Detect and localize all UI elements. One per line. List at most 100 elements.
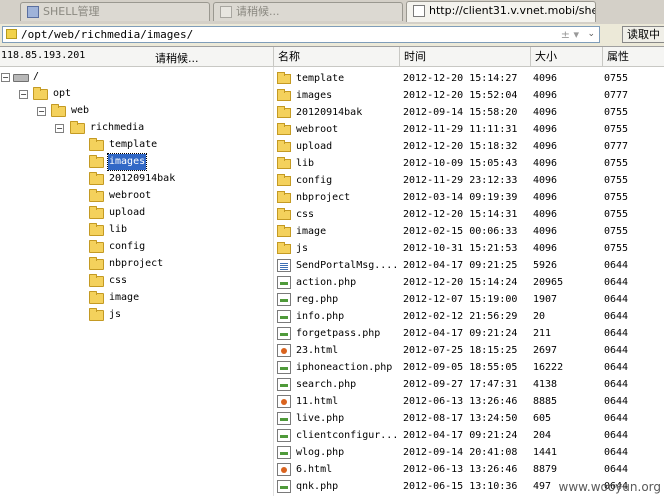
tree-label: template <box>109 139 158 150</box>
file-row[interactable]: live.php 2012-08-17 13:24:50 605 0644 <box>274 410 664 427</box>
file-row[interactable]: iphoneaction.php 2012-09-05 18:55:05 16222… <box>274 359 664 376</box>
file-row[interactable]: wlog.php 2012-09-14 20:41:08 1441 0644 <box>274 444 664 461</box>
file-row[interactable]: 11.html 2012-06-13 13:26:46 8885 0644 <box>274 393 664 410</box>
file-row[interactable]: 23.html 2012-07-25 18:15:25 2697 0644 <box>274 342 664 359</box>
file-name: js <box>296 243 309 254</box>
file-row[interactable]: webroot 2012-11-29 11:11:31 4096 0755 <box>274 121 664 138</box>
tree-label: nbproject <box>109 258 164 269</box>
php-file-icon <box>277 327 291 340</box>
html-file-icon <box>277 395 291 408</box>
collapse-icon[interactable]: − <box>1 73 10 82</box>
tree-label: image <box>109 292 140 303</box>
file-row[interactable]: js 2012-10-31 15:21:53 4096 0755 <box>274 240 664 257</box>
file-row[interactable]: action.php 2012-12-20 15:14:24 20965 0644 <box>274 274 664 291</box>
column-header-attr[interactable]: 属性 <box>602 47 664 66</box>
file-row[interactable]: upload 2012-12-20 15:18:32 4096 0777 <box>274 138 664 155</box>
php-file-icon <box>277 276 291 289</box>
folder-icon <box>89 172 104 185</box>
column-header-time[interactable]: 时间 <box>399 47 530 66</box>
column-header-size[interactable]: 大小 <box>530 47 602 66</box>
file-size: 497 <box>533 481 552 492</box>
file-row[interactable]: search.php 2012-09-27 17:47:31 4138 0644 <box>274 376 664 393</box>
drive-icon <box>13 74 29 82</box>
php-file-icon <box>277 310 291 323</box>
file-time: 2012-09-14 15:58:20 <box>403 107 518 118</box>
read-button[interactable]: 读取中 <box>622 26 664 43</box>
file-time: 2012-09-14 20:41:08 <box>403 447 518 458</box>
page-icon <box>413 5 425 17</box>
file-time: 2012-12-20 15:18:32 <box>403 141 518 152</box>
folder-icon <box>51 104 66 117</box>
file-attr: 0644 <box>604 294 629 305</box>
file-row[interactable]: lib 2012-10-09 15:05:43 4096 0755 <box>274 155 664 172</box>
file-row[interactable]: info.php 2012-02-12 21:56:29 20 0644 <box>274 308 664 325</box>
loading-icon <box>220 6 232 18</box>
file-row[interactable]: forgetpass.php 2012-04-17 09:21:24 211 0644 <box>274 325 664 342</box>
file-row[interactable]: nbproject 2012-03-14 09:19:39 4096 0755 <box>274 189 664 206</box>
collapse-icon[interactable]: − <box>37 107 46 116</box>
file-size: 20965 <box>533 277 564 288</box>
file-name: template <box>296 73 345 84</box>
file-name: 11.html <box>296 396 339 407</box>
file-row[interactable]: reg.php 2012-12-07 15:19:00 1907 0644 <box>274 291 664 308</box>
file-size: 1907 <box>533 294 558 305</box>
file-size: 20 <box>533 311 546 322</box>
file-size: 4096 <box>533 209 558 220</box>
file-size: 211 <box>533 328 552 339</box>
file-attr: 0644 <box>604 277 629 288</box>
file-size: 8885 <box>533 396 558 407</box>
file-row[interactable]: config 2012-11-29 23:12:33 4096 0755 <box>274 172 664 189</box>
file-time: 2012-10-09 15:05:43 <box>403 158 518 169</box>
file-row[interactable]: template 2012-12-20 15:14:27 4096 0755 <box>274 70 664 87</box>
file-name: lib <box>296 158 315 169</box>
column-header-name[interactable]: 名称 <box>273 47 399 66</box>
file-name: action.php <box>296 277 357 288</box>
file-time: 2012-12-20 15:14:31 <box>403 209 518 220</box>
file-time: 2012-03-14 09:19:39 <box>403 192 518 203</box>
file-row[interactable]: image 2012-02-15 00:06:33 4096 0755 <box>274 223 664 240</box>
file-name: nbproject <box>296 192 351 203</box>
file-time: 2012-12-20 15:14:24 <box>403 277 518 288</box>
php-file-icon <box>277 361 291 374</box>
tree-label-selected: images <box>106 153 148 171</box>
file-attr: 0755 <box>604 73 629 84</box>
tree-label: config <box>109 241 146 252</box>
file-size: 5926 <box>533 260 558 271</box>
dropdown-icon[interactable]: ⌄ <box>587 27 595 42</box>
path-input[interactable]: /opt/web/richmedia/images/ ± ▾ ⌄ <box>2 26 600 43</box>
file-time: 2012-06-13 13:26:46 <box>403 396 518 407</box>
collapse-icon[interactable]: − <box>19 90 28 99</box>
tab-loading[interactable]: 请稍候... <box>213 2 403 21</box>
collapse-icon[interactable]: − <box>55 124 64 133</box>
file-time: 2012-08-17 13:24:50 <box>403 413 518 424</box>
file-row[interactable]: css 2012-12-20 15:14:31 4096 0755 <box>274 206 664 223</box>
file-row[interactable]: 20120914bak 2012-09-14 15:58:20 4096 0755 <box>274 104 664 121</box>
html-file-icon <box>277 344 291 357</box>
file-size: 4096 <box>533 226 558 237</box>
folder-icon <box>6 29 17 39</box>
file-size: 4138 <box>533 379 558 390</box>
file-size: 4096 <box>533 124 558 135</box>
file-row[interactable]: 6.html 2012-06-13 13:26:46 8879 0644 <box>274 461 664 478</box>
path-text: /opt/web/richmedia/images/ <box>21 28 194 41</box>
file-row[interactable]: SendPortalMsg.... 2012-04-17 09:21:25 5926… <box>274 257 664 274</box>
tab-shell-manager[interactable]: SHELL管理 <box>20 2 210 21</box>
php-file-icon <box>277 429 291 442</box>
folder-icon <box>277 123 291 135</box>
file-attr: 0755 <box>604 226 629 237</box>
file-name: 23.html <box>296 345 339 356</box>
file-time: 2012-04-17 09:21:24 <box>403 430 518 441</box>
file-size: 605 <box>533 413 552 424</box>
file-row[interactable]: clientconfigur... 2012-04-17 09:21:24 204 0… <box>274 427 664 444</box>
file-name: clientconfigur... <box>296 430 399 441</box>
path-options-icon[interactable]: ± ▾ <box>561 27 579 42</box>
status-text: 请稍候... <box>155 52 199 65</box>
folder-icon <box>89 189 104 202</box>
file-row[interactable]: images 2012-12-20 15:52:04 4096 0777 <box>274 87 664 104</box>
tab-shell-page[interactable]: http://client31.v.vnet.mobi/shell... <box>406 1 596 22</box>
file-size: 204 <box>533 430 552 441</box>
folder-icon <box>33 87 48 100</box>
address-bar: /opt/web/richmedia/images/ ± ▾ ⌄ 读取中 <box>0 24 664 47</box>
file-name: qnk.php <box>296 481 339 492</box>
file-time: 2012-12-20 15:52:04 <box>403 90 518 101</box>
